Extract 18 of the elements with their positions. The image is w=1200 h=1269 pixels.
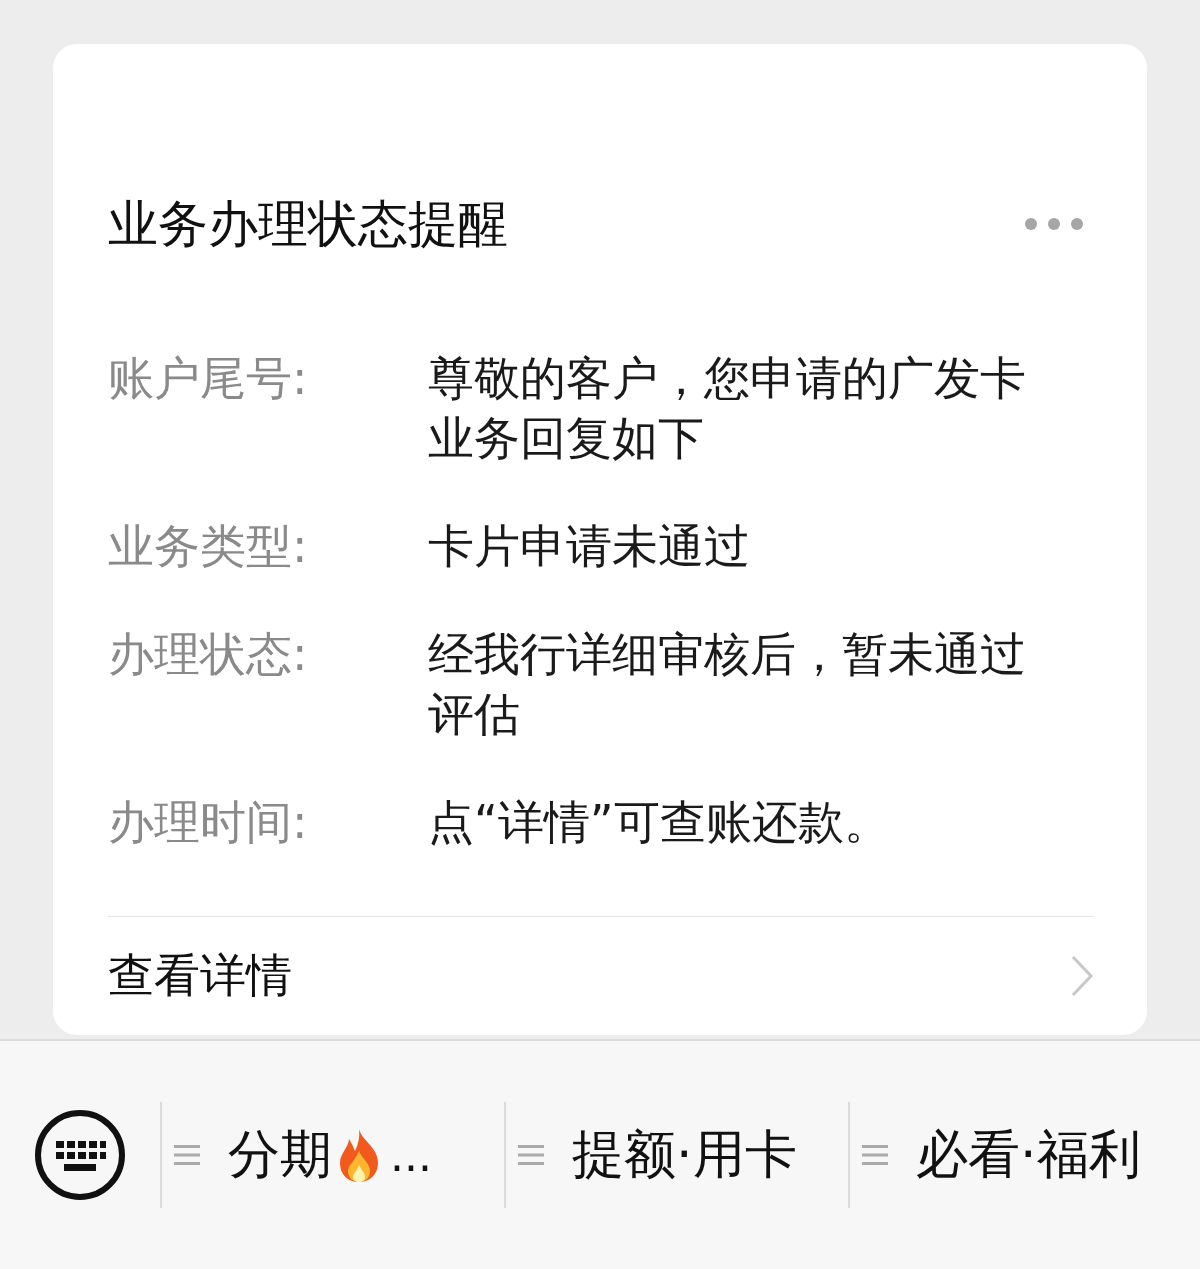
field-value: 经我行详细审核后，暂未通过评估 (428, 626, 1027, 743)
field-value: 点“详情”可查账还款。 (428, 794, 891, 851)
keyboard-icon[interactable] (34, 1109, 126, 1201)
list-icon (174, 1143, 200, 1167)
list-icon (518, 1143, 544, 1167)
menu-item[interactable]: 提额·用卡 (506, 1102, 850, 1208)
chevron-icon (1070, 953, 1094, 998)
field-label: 账户尾号: (108, 350, 309, 407)
card-title: 业务办理状态提醒 (108, 194, 508, 255)
details-link[interactable]: 查看详情 (108, 916, 1094, 1035)
menu-item[interactable]: 分期 ... (162, 1102, 506, 1208)
field-label: 办理时间: (108, 794, 309, 851)
field-value: 尊敬的客户，您申请的广发卡业务回复如下 (428, 350, 1027, 467)
field-label: 办理状态: (108, 626, 309, 683)
list-icon (862, 1143, 888, 1167)
menu-item[interactable]: 必看·福利 (850, 1102, 1194, 1208)
field-value: 卡片申请未通过 (428, 518, 751, 575)
field-label: 业务类型: (108, 518, 309, 575)
